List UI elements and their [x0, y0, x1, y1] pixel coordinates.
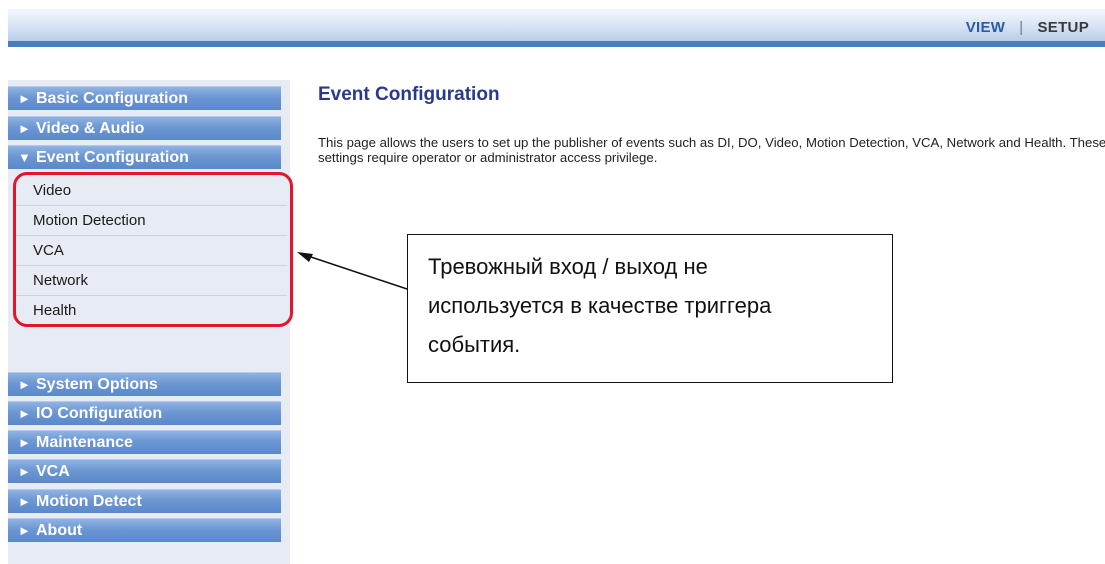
setup-link[interactable]: SETUP: [1037, 19, 1089, 36]
right-arrow-icon: ►: [18, 406, 31, 421]
top-bar: VIEW | SETUP: [8, 9, 1105, 47]
page-description: This page allows the users to set up the…: [318, 135, 1105, 165]
menu-label: IO Configuration: [36, 405, 163, 422]
right-arrow-icon: ►: [18, 91, 31, 106]
menu-video-audio[interactable]: ► Video & Audio: [8, 116, 281, 140]
menu-vca[interactable]: ► VCA: [8, 459, 281, 483]
menu-io-configuration[interactable]: ► IO Configuration: [8, 401, 281, 425]
submenu-item-network[interactable]: Network: [15, 266, 287, 296]
annotation-callout: Тревожный вход / выход не используется в…: [407, 234, 893, 383]
menu-basic-configuration[interactable]: ► Basic Configuration: [8, 86, 281, 110]
right-arrow-icon: ►: [18, 435, 31, 450]
top-nav: VIEW | SETUP: [966, 19, 1089, 36]
right-arrow-icon: ►: [18, 464, 31, 479]
menu-label: VCA: [36, 463, 70, 480]
right-arrow-icon: ►: [18, 494, 31, 509]
menu-label: Maintenance: [36, 434, 133, 451]
right-arrow-icon: ►: [18, 121, 31, 136]
menu-about[interactable]: ► About: [8, 518, 281, 542]
submenu-item-video[interactable]: Video: [15, 176, 287, 206]
event-submenu: Video Motion Detection VCA Network Healt…: [15, 176, 287, 326]
down-arrow-icon: ▼: [18, 150, 31, 165]
view-link[interactable]: VIEW: [966, 19, 1006, 36]
menu-label: Video & Audio: [36, 120, 145, 137]
menu-label: Motion Detect: [36, 493, 142, 510]
menu-system-options[interactable]: ► System Options: [8, 372, 281, 396]
page-title: Event Configuration: [318, 84, 500, 105]
menu-label: Event Configuration: [36, 149, 189, 166]
menu-maintenance[interactable]: ► Maintenance: [8, 430, 281, 454]
submenu-item-health[interactable]: Health: [15, 296, 287, 326]
callout-line-1: Тревожный вход / выход не: [428, 254, 708, 279]
menu-label: System Options: [36, 376, 158, 393]
submenu-item-vca[interactable]: VCA: [15, 236, 287, 266]
menu-event-configuration[interactable]: ▼ Event Configuration: [8, 145, 281, 169]
menu-label: Basic Configuration: [36, 90, 189, 107]
right-arrow-icon: ►: [18, 523, 31, 538]
submenu-item-motion-detection[interactable]: Motion Detection: [15, 206, 287, 236]
nav-separator: |: [1019, 19, 1024, 36]
menu-motion-detect[interactable]: ► Motion Detect: [8, 489, 281, 513]
right-arrow-icon: ►: [18, 377, 31, 392]
callout-line-2: используется в качестве триггера: [428, 293, 772, 318]
menu-label: About: [36, 522, 83, 539]
callout-line-3: события.: [428, 332, 521, 357]
